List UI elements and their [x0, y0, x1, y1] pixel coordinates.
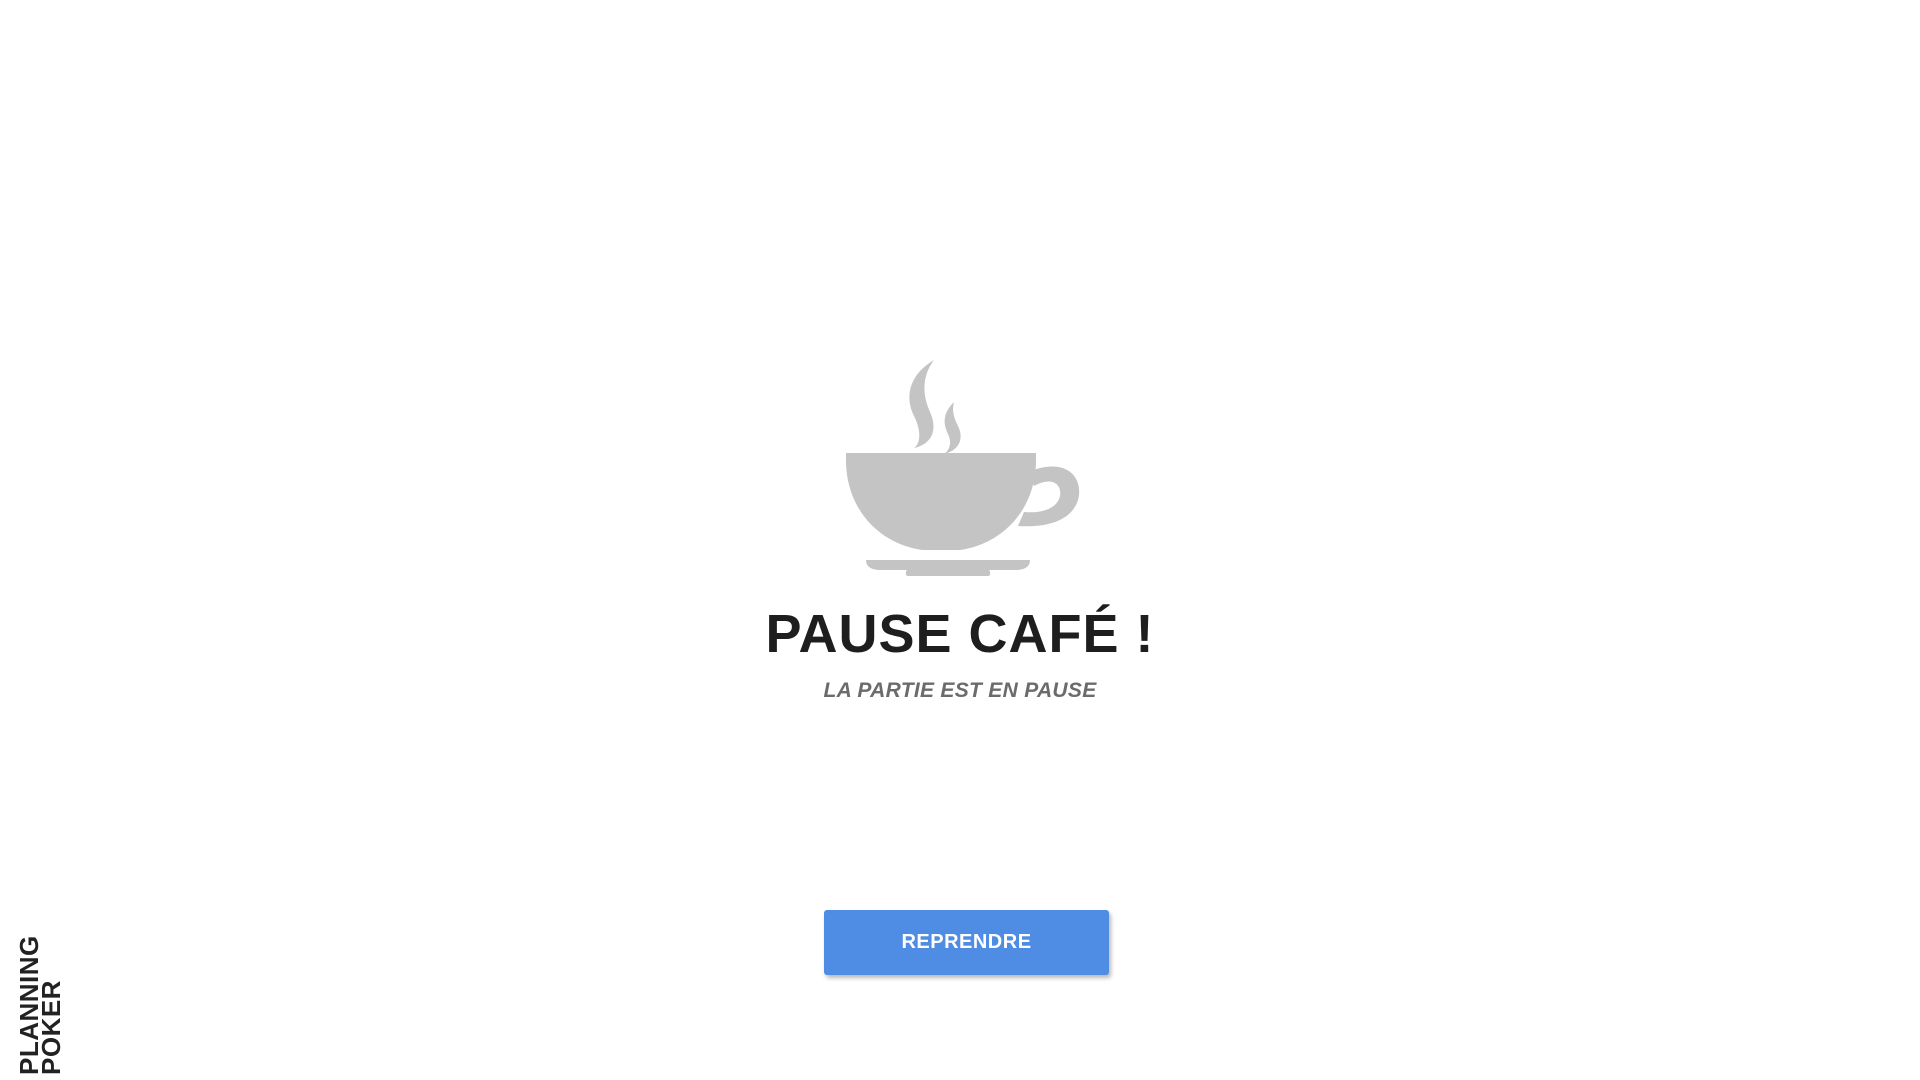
pause-subtitle: LA PARTIE EST EN PAUSE: [823, 679, 1097, 702]
resume-button[interactable]: REPRENDRE: [824, 910, 1109, 975]
pause-panel: PAUSE CAFÉ ! LA PARTIE EST EN PAUSE: [0, 360, 1920, 703]
logo-line-poker: POKER: [36, 980, 66, 1075]
pause-screen: PAUSE CAFÉ ! LA PARTIE EST EN PAUSE REPR…: [0, 0, 1920, 1080]
coffee-cup-icon: [846, 360, 1080, 576]
pause-title: PAUSE CAFÉ !: [765, 604, 1155, 664]
planning-poker-logo[interactable]: PLANNING POKER: [14, 930, 68, 1075]
